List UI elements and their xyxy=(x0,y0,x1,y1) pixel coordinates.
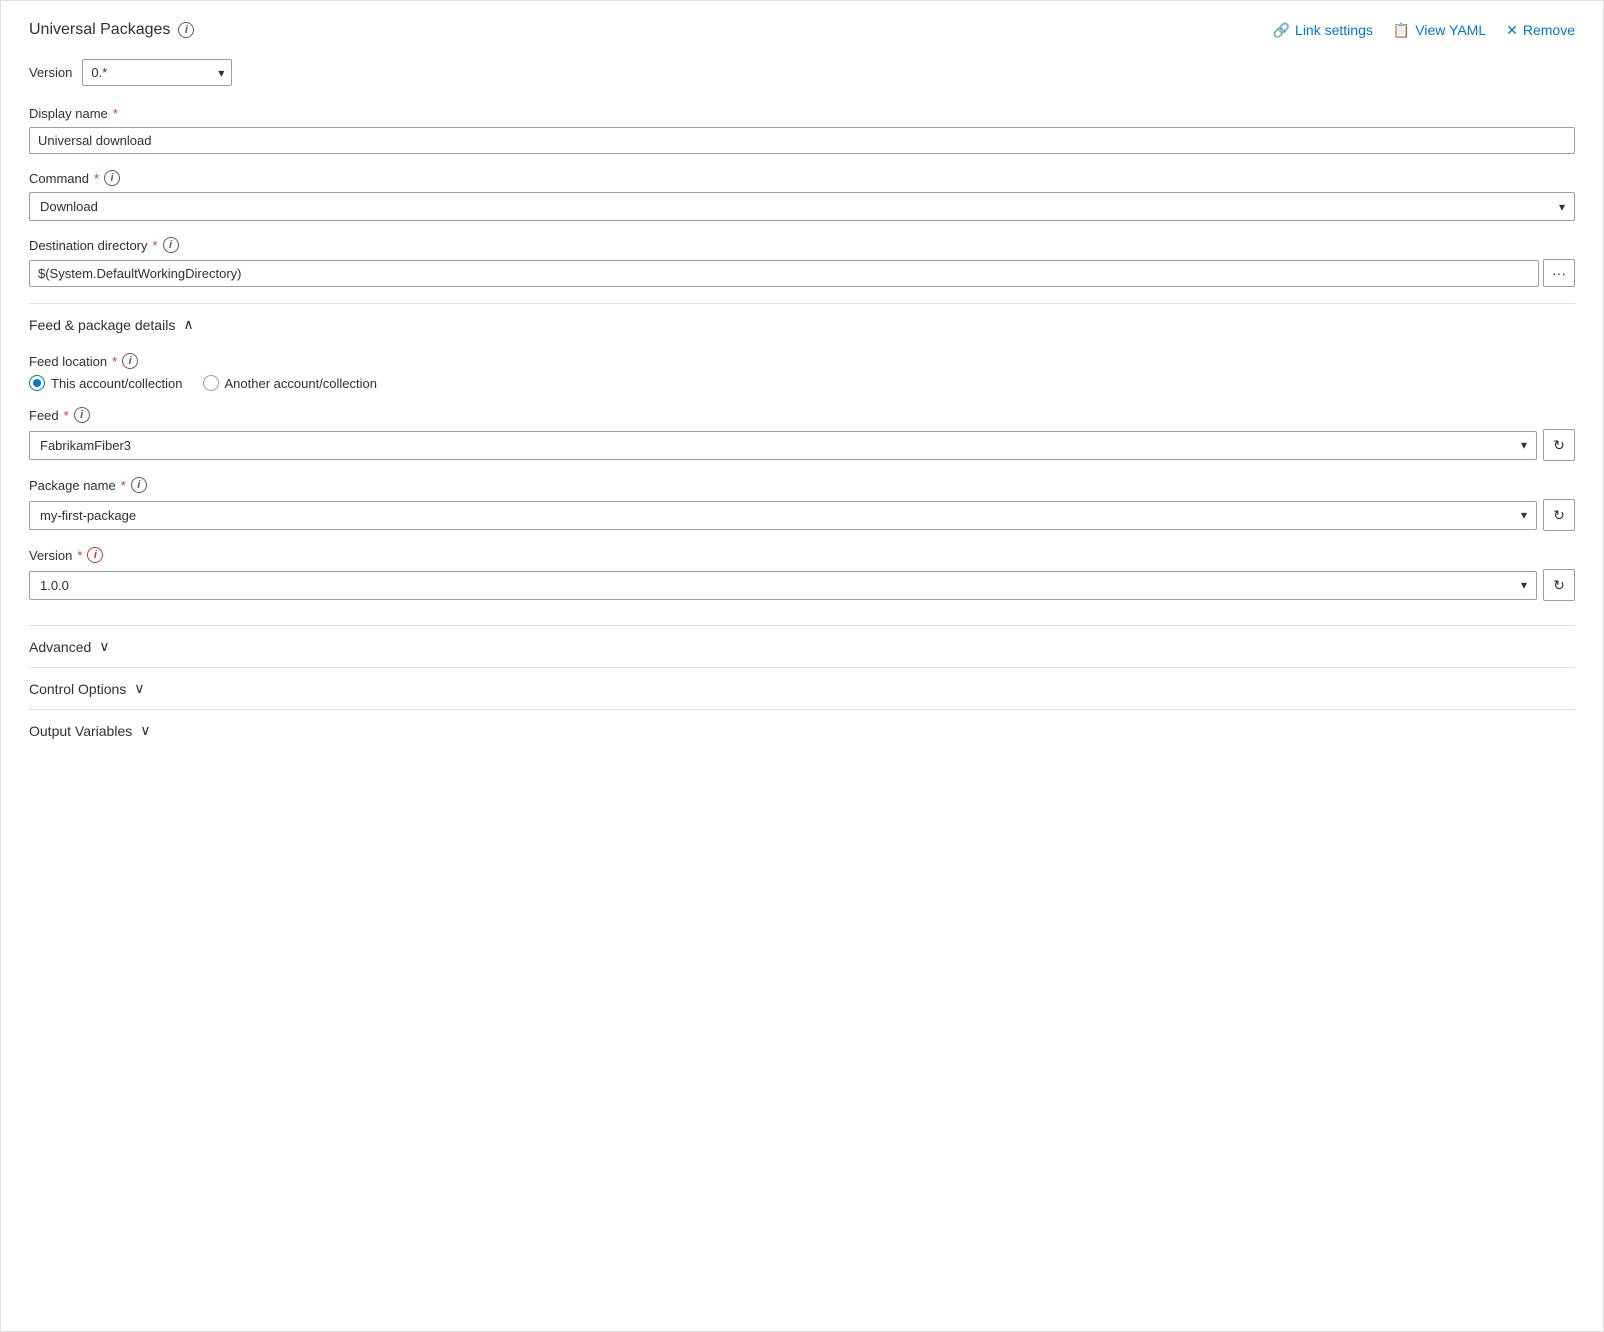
control-options-section-header[interactable]: Control Options ∨ xyxy=(29,667,1575,709)
destination-directory-field: Destination directory * i ··· xyxy=(29,237,1575,287)
radio-this-account[interactable]: This account/collection xyxy=(29,375,183,391)
command-info-icon[interactable]: i xyxy=(104,170,120,186)
version-package-select-wrapper: 1.0.0 ▾ xyxy=(29,571,1537,600)
radio-another-account-circle xyxy=(203,375,219,391)
dest-dir-info-icon[interactable]: i xyxy=(163,237,179,253)
feed-package-chevron-icon: ∧ xyxy=(183,316,193,333)
feed-location-label: Feed location * i xyxy=(29,353,1575,369)
title-info-icon[interactable]: i xyxy=(178,22,194,38)
feed-package-section-body: Feed location * i This account/collectio… xyxy=(29,345,1575,625)
view-yaml-button[interactable]: 📋 View YAML xyxy=(1393,22,1486,39)
version-package-info-icon[interactable]: i xyxy=(87,547,103,563)
version-package-label: Version * i xyxy=(29,547,1575,563)
header-actions: 🔗 Link settings 📋 View YAML ✕ Remove xyxy=(1273,22,1575,39)
feed-location-radio-group: This account/collection Another account/… xyxy=(29,375,1575,391)
version-label: Version xyxy=(29,65,72,80)
page-header: Universal Packages i 🔗 Link settings 📋 V… xyxy=(29,21,1575,39)
advanced-chevron-icon: ∨ xyxy=(99,638,109,655)
yaml-icon: 📋 xyxy=(1393,22,1410,39)
command-label: Command * i xyxy=(29,170,1575,186)
browse-button[interactable]: ··· xyxy=(1543,259,1575,287)
version-package-refresh-icon: ↻ xyxy=(1553,577,1565,594)
version-select[interactable]: 0.* xyxy=(82,59,232,86)
package-name-field: Package name * i my-first-package ▾ ↻ xyxy=(29,477,1575,531)
command-required: * xyxy=(94,171,99,186)
display-name-label: Display name * xyxy=(29,106,1575,121)
feed-select-row: FabrikamFiber3 ▾ ↻ xyxy=(29,429,1575,461)
page-title-area: Universal Packages i xyxy=(29,21,194,39)
version-package-required: * xyxy=(77,548,82,563)
package-name-label: Package name * i xyxy=(29,477,1575,493)
feed-select-wrapper: FabrikamFiber3 ▾ xyxy=(29,431,1537,460)
feed-location-field: Feed location * i This account/collectio… xyxy=(29,353,1575,391)
package-name-info-icon[interactable]: i xyxy=(131,477,147,493)
destination-directory-input[interactable] xyxy=(29,260,1539,287)
dest-dir-required: * xyxy=(153,238,158,253)
display-name-required: * xyxy=(113,106,118,121)
package-name-select-row: my-first-package ▾ ↻ xyxy=(29,499,1575,531)
close-icon: ✕ xyxy=(1506,22,1518,39)
version-package-select-row: 1.0.0 ▾ ↻ xyxy=(29,569,1575,601)
ellipsis-icon: ··· xyxy=(1552,265,1566,281)
radio-another-account[interactable]: Another account/collection xyxy=(203,375,377,391)
dest-dir-row: ··· xyxy=(29,259,1575,287)
version-row: Version 0.* ▾ xyxy=(29,59,1575,86)
feed-label: Feed * i xyxy=(29,407,1575,423)
output-variables-section-header[interactable]: Output Variables ∨ xyxy=(29,709,1575,751)
output-variables-chevron-icon: ∨ xyxy=(140,722,150,739)
command-select-wrapper: Download Publish ▾ xyxy=(29,192,1575,221)
feed-select[interactable]: FabrikamFiber3 xyxy=(29,431,1537,460)
feed-location-required: * xyxy=(112,354,117,369)
feed-info-icon[interactable]: i xyxy=(74,407,90,423)
feed-required: * xyxy=(64,408,69,423)
version-package-refresh-button[interactable]: ↻ xyxy=(1543,569,1575,601)
page-title: Universal Packages xyxy=(29,21,170,39)
feed-refresh-icon: ↻ xyxy=(1553,437,1565,454)
advanced-section-header[interactable]: Advanced ∨ xyxy=(29,625,1575,667)
package-name-refresh-icon: ↻ xyxy=(1553,507,1565,524)
display-name-field: Display name * xyxy=(29,106,1575,154)
destination-directory-label: Destination directory * i xyxy=(29,237,1575,253)
version-select-wrapper: 0.* ▾ xyxy=(82,59,232,86)
command-select[interactable]: Download Publish xyxy=(29,192,1575,221)
package-name-required: * xyxy=(121,478,126,493)
feed-package-section-header[interactable]: Feed & package details ∧ xyxy=(29,303,1575,345)
link-settings-button[interactable]: 🔗 Link settings xyxy=(1273,22,1373,39)
feed-refresh-button[interactable]: ↻ xyxy=(1543,429,1575,461)
command-field: Command * i Download Publish ▾ xyxy=(29,170,1575,221)
remove-button[interactable]: ✕ Remove xyxy=(1506,22,1575,39)
package-name-refresh-button[interactable]: ↻ xyxy=(1543,499,1575,531)
display-name-input[interactable] xyxy=(29,127,1575,154)
radio-this-account-circle xyxy=(29,375,45,391)
package-name-select[interactable]: my-first-package xyxy=(29,501,1537,530)
control-options-chevron-icon: ∨ xyxy=(134,680,144,697)
feed-field: Feed * i FabrikamFiber3 ▾ ↻ xyxy=(29,407,1575,461)
package-name-select-wrapper: my-first-package ▾ xyxy=(29,501,1537,530)
link-icon: 🔗 xyxy=(1273,22,1290,39)
feed-location-info-icon[interactable]: i xyxy=(122,353,138,369)
version-package-field: Version * i 1.0.0 ▾ ↻ xyxy=(29,547,1575,601)
version-package-select[interactable]: 1.0.0 xyxy=(29,571,1537,600)
